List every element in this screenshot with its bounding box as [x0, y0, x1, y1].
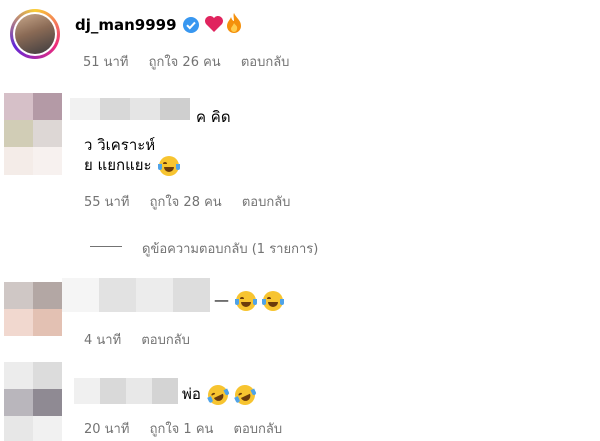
avatar[interactable] [10, 9, 60, 59]
red-heart-icon [204, 15, 224, 33]
reply-button[interactable]: ตอบกลับ [141, 333, 190, 348]
likes-count[interactable]: ถูกใจ 26 คน [149, 55, 221, 70]
reply-button[interactable]: ตอบกลับ [234, 422, 283, 437]
blurred-username [70, 98, 190, 120]
rolling-on-floor-laughing-icon [231, 381, 259, 408]
comment-time: 4 นาที [84, 333, 122, 348]
face-with-tears-of-joy-icon [157, 155, 180, 176]
replies-divider [90, 246, 122, 247]
rolling-on-floor-laughing-icon [204, 381, 232, 408]
likes-count[interactable]: ถูกใจ 1 คน [150, 422, 214, 437]
avatar[interactable] [4, 282, 62, 336]
face-with-tears-of-joy-icon [235, 290, 258, 311]
fire-icon [226, 12, 242, 34]
reply-button[interactable]: ตอบกลับ [241, 55, 290, 70]
avatar[interactable] [4, 362, 62, 441]
comment-time: 51 นาที [83, 55, 129, 70]
comment-text-line1: ค คิด [196, 108, 231, 126]
blurred-username [74, 378, 178, 404]
comment-time: 55 นาที [84, 195, 130, 210]
avatar[interactable] [4, 93, 62, 175]
reply-button[interactable]: ตอบกลับ [242, 195, 291, 210]
comment-text-line3: ย แยกแยะ [84, 156, 152, 174]
likes-count[interactable]: ถูกใจ 28 คน [150, 195, 222, 210]
username[interactable]: dj_man9999 [75, 16, 177, 34]
face-with-tears-of-joy-icon [262, 290, 285, 311]
view-replies-button[interactable]: ดูข้อความตอบกลับ (1 รายการ) [142, 238, 318, 259]
comment-text: พ่อ [182, 385, 201, 403]
verified-badge-icon [182, 16, 200, 34]
blurred-username [62, 278, 210, 312]
comment-time: 20 นาที [84, 422, 130, 437]
